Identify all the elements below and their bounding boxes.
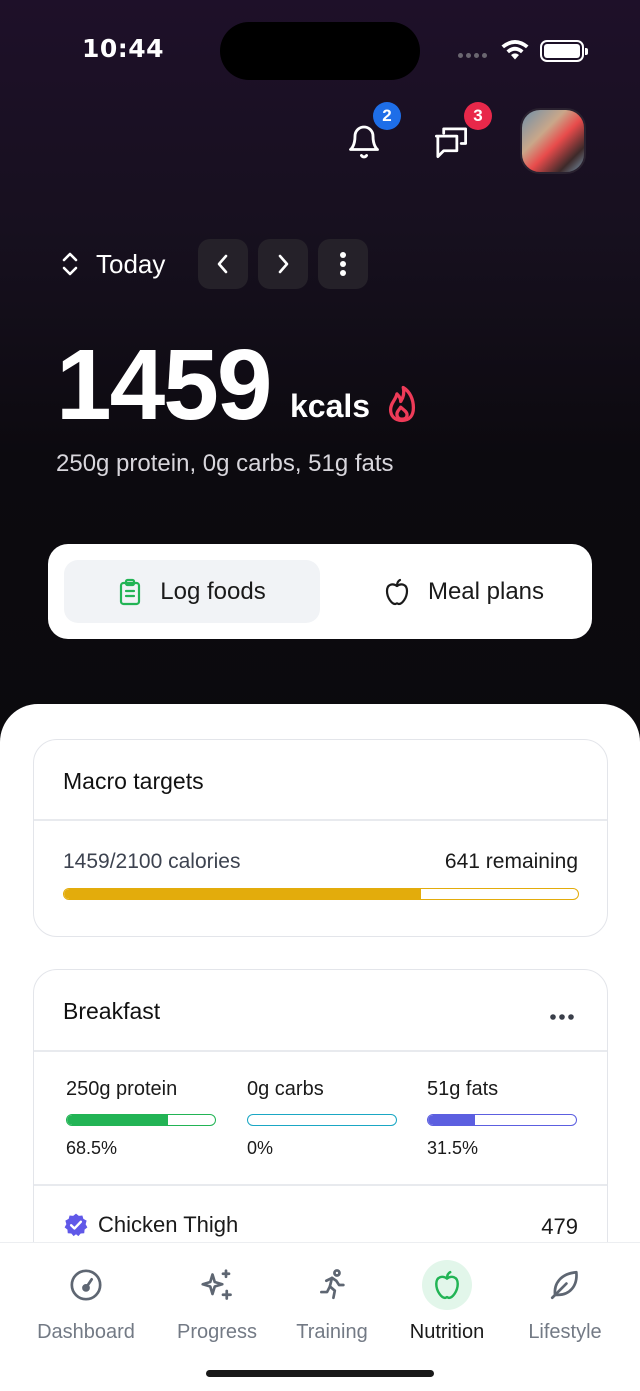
status-time: 10:44 [82, 34, 165, 63]
apple-icon [435, 1270, 459, 1300]
notifications-badge: 2 [373, 102, 401, 130]
segment-log-foods[interactable]: Log foods [64, 560, 320, 623]
tab-progress-label: Progress [176, 1321, 258, 1343]
date-selector[interactable]: Today [58, 238, 165, 290]
segment-log-foods-label: Log foods [160, 577, 266, 605]
status-bar: 10:44 [0, 0, 640, 100]
tab-dashboard[interactable]: Dashboard [22, 1263, 150, 1344]
food-item-name: Chicken Thigh [98, 1212, 239, 1237]
chevron-left-icon [217, 254, 228, 274]
segment-meal-plans-label: Meal plans [427, 577, 545, 605]
fats-percent: 31.5% [427, 1138, 479, 1158]
food-item-calories: 479 [541, 1214, 578, 1239]
tab-training-label: Training [296, 1321, 368, 1343]
calories-total: 1459 [56, 329, 272, 441]
messages-badge: 3 [464, 102, 492, 130]
card-divider [34, 1184, 607, 1186]
card-divider [34, 1050, 607, 1052]
chevron-up-down-icon [62, 252, 78, 276]
bell-icon [349, 125, 379, 159]
food-item[interactable]: Chicken Thigh [63, 1212, 238, 1238]
calories-remaining-text: 641 remaining [444, 850, 578, 873]
macro-targets-title: Macro targets [63, 768, 204, 794]
view-segmented-control: Log foods Meal plans [48, 544, 592, 639]
protein-macro: 250g protein 68.5% [66, 1078, 216, 1158]
chevron-right-icon [278, 254, 289, 274]
home-indicator [206, 1370, 434, 1377]
card-divider [34, 819, 607, 821]
leaf-icon [550, 1270, 578, 1300]
tab-nutrition-label: Nutrition [409, 1321, 485, 1343]
next-day-button[interactable] [258, 239, 308, 289]
cellular-signal-icon [458, 53, 487, 58]
segment-meal-plans[interactable]: Meal plans [344, 560, 584, 623]
macro-summary: 250g protein, 0g carbs, 51g fats [56, 450, 394, 477]
carbs-progress-bar [247, 1114, 397, 1126]
carbs-label: 0g carbs [247, 1078, 324, 1100]
vertical-dots-icon [340, 252, 346, 276]
fats-progress-bar [427, 1114, 577, 1126]
breakfast-more-button[interactable] [549, 1006, 575, 1020]
protein-progress-bar [66, 1114, 216, 1126]
tab-lifestyle-label: Lifestyle [528, 1321, 602, 1343]
more-options-button[interactable] [318, 239, 368, 289]
notifications-button[interactable] [346, 124, 382, 164]
protein-label: 250g protein [66, 1078, 178, 1100]
messages-button[interactable] [432, 124, 470, 164]
tab-dashboard-label: Dashboard [37, 1321, 135, 1343]
calories-progress-text: 1459/2100 calories [63, 850, 241, 873]
verified-badge-icon [64, 1213, 88, 1237]
fats-progress-fill [428, 1115, 475, 1125]
dynamic-island [220, 22, 420, 80]
avatar[interactable] [520, 108, 586, 174]
horizontal-dots-icon [550, 1014, 574, 1020]
apple-icon [385, 578, 409, 605]
fats-label: 51g fats [427, 1078, 499, 1100]
tab-lifestyle[interactable]: Lifestyle [501, 1263, 629, 1344]
flame-icon [388, 385, 416, 423]
previous-day-button[interactable] [198, 239, 248, 289]
clipboard-icon [120, 578, 141, 605]
chat-bubbles-icon [434, 127, 468, 159]
tab-training[interactable]: Training [268, 1263, 396, 1344]
running-icon [320, 1269, 345, 1300]
protein-progress-fill [67, 1115, 169, 1125]
date-label: Today [96, 248, 166, 279]
tab-progress[interactable]: Progress [153, 1263, 281, 1344]
calories-unit: kcals [290, 388, 371, 424]
tab-nutrition[interactable]: Nutrition [383, 1260, 511, 1344]
calories-progress-fill [64, 889, 422, 899]
gauge-icon [70, 1269, 102, 1301]
wifi-icon [501, 40, 529, 60]
sparkles-icon [201, 1269, 232, 1300]
protein-percent: 68.5% [66, 1138, 118, 1158]
breakfast-title: Breakfast [63, 998, 161, 1024]
carbs-macro: 0g carbs 0% [247, 1078, 397, 1158]
tab-active-indicator [422, 1260, 472, 1310]
macro-targets-card: Macro targets 1459/2100 calories 641 rem… [33, 739, 608, 937]
calories-progress-bar [63, 888, 579, 900]
carbs-percent: 0% [247, 1138, 274, 1158]
bottom-tab-bar: Dashboard Progress Training Nutrition Li… [0, 1242, 640, 1391]
fats-macro: 51g fats 31.5% [427, 1078, 577, 1158]
battery-icon [540, 40, 588, 62]
